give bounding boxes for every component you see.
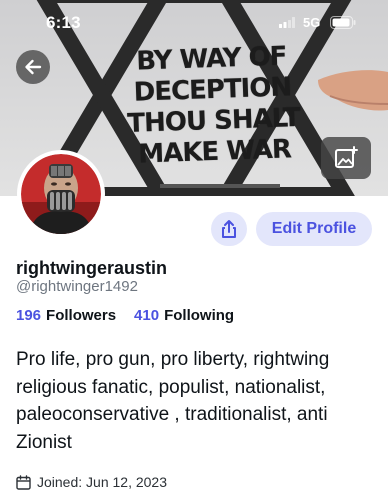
status-time: 6:13 <box>46 13 81 32</box>
handle: @rightwinger1492 <box>16 278 138 295</box>
followers-label: Followers <box>46 307 117 324</box>
avatar-image <box>21 154 101 234</box>
display-name: rightwingeraustin <box>16 258 168 278</box>
followers-count: 196 <box>16 307 42 324</box>
joined-date: Joined: Jun 12, 2023 <box>16 474 167 490</box>
calendar-icon <box>16 474 31 490</box>
following-link[interactable]: 410 Following <box>134 307 234 324</box>
status-bar: 6:13 5G <box>0 0 388 44</box>
share-icon <box>222 220 236 238</box>
image-plus-icon <box>335 146 358 168</box>
network-label: 5G <box>303 15 321 30</box>
follow-stats: 196 Followers 410 Following <box>16 307 234 324</box>
following-label: Following <box>164 307 235 324</box>
signal-icon <box>279 17 295 28</box>
joined-text: Joined: Jun 12, 2023 <box>37 474 167 490</box>
back-button[interactable] <box>16 50 50 84</box>
followers-link[interactable]: 196 Followers <box>16 307 116 324</box>
avatar[interactable] <box>17 150 105 238</box>
change-banner-button[interactable] <box>321 137 371 179</box>
profile-bio: Pro life, pro gun, pro liberty, rightwin… <box>16 349 330 453</box>
following-count: 410 <box>134 307 160 324</box>
share-button[interactable] <box>211 212 247 246</box>
edit-profile-button[interactable]: Edit Profile <box>256 212 372 246</box>
battery-icon <box>330 16 356 29</box>
banner-caption: BY WAY OF DECEPTION THOU SHALT MAKE WAR <box>106 40 320 171</box>
arrow-left-icon <box>25 59 42 75</box>
